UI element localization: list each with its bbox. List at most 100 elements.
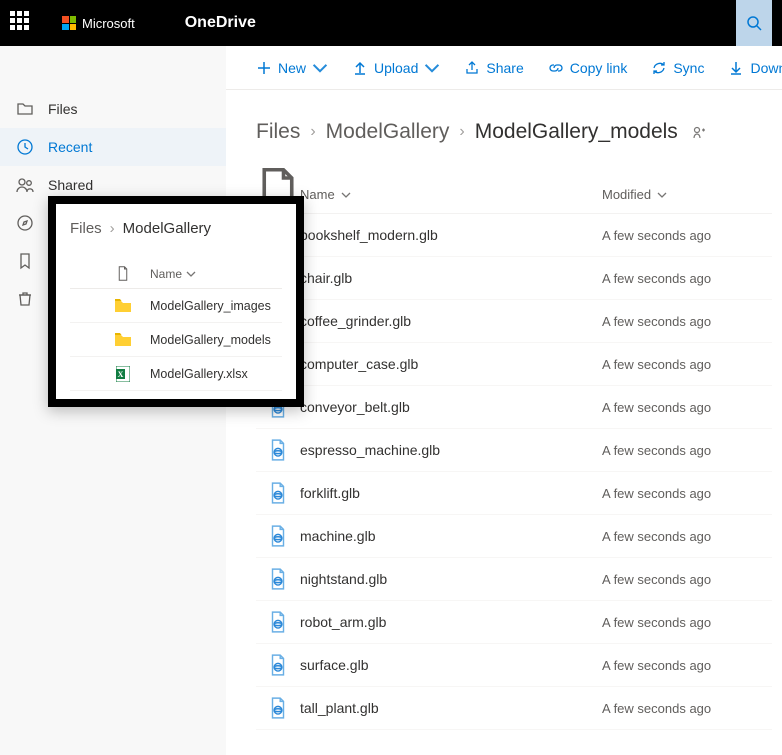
copy-link-button[interactable]: Copy link <box>538 46 638 89</box>
popup-item-name: ModelGallery_models <box>150 333 271 347</box>
file-modified: A few seconds ago <box>602 357 772 372</box>
folder-outline-icon <box>16 100 34 118</box>
upload-label: Upload <box>374 60 418 76</box>
file-modified: A few seconds ago <box>602 228 772 243</box>
popup-row[interactable]: X ModelGallery.xlsx <box>70 357 282 391</box>
new-label: New <box>278 60 306 76</box>
nav-recent[interactable]: Recent <box>0 128 226 166</box>
file-row[interactable]: bookshelf_modern.glbA few seconds ago <box>256 214 772 257</box>
glb-file-icon <box>256 525 300 547</box>
file-name: forklift.glb <box>300 485 602 501</box>
column-headers: Name Modified <box>256 176 772 214</box>
file-row[interactable]: espresso_machine.glbA few seconds ago <box>256 429 772 472</box>
file-row[interactable]: tall_plant.glbA few seconds ago <box>256 687 772 730</box>
file-row[interactable]: machine.glbA few seconds ago <box>256 515 772 558</box>
excel-file-icon: X <box>96 366 150 382</box>
app-title: OneDrive <box>185 14 256 32</box>
file-name: bookshelf_modern.glb <box>300 227 602 243</box>
file-row[interactable]: surface.glbA few seconds ago <box>256 644 772 687</box>
folder-preview-popup: Files › ModelGallery Name ModelGallery_i… <box>48 196 304 407</box>
column-modified-label: Modified <box>602 187 651 202</box>
download-label: Download <box>750 60 782 76</box>
new-button[interactable]: New <box>246 46 338 89</box>
svg-text:X: X <box>118 370 124 379</box>
popup-bc-current: ModelGallery <box>123 220 211 237</box>
microsoft-logo: Microsoft <box>62 16 135 31</box>
popup-item-name: ModelGallery_images <box>150 299 271 313</box>
glb-file-icon <box>256 611 300 633</box>
file-modified: A few seconds ago <box>602 314 772 329</box>
file-modified: A few seconds ago <box>602 615 772 630</box>
file-row[interactable]: computer_case.glbA few seconds ago <box>256 343 772 386</box>
chevron-down-icon <box>657 190 667 200</box>
sync-button[interactable]: Sync <box>641 46 714 89</box>
share-label: Share <box>486 60 523 76</box>
bookmark-icon <box>16 252 34 270</box>
file-row[interactable]: conveyor_belt.glbA few seconds ago <box>256 386 772 429</box>
file-row[interactable]: forklift.glbA few seconds ago <box>256 472 772 515</box>
plus-icon <box>256 60 272 76</box>
glb-file-icon <box>256 439 300 461</box>
file-modified: A few seconds ago <box>602 572 772 587</box>
column-modified[interactable]: Modified <box>602 187 772 202</box>
main-content: Files › ModelGallery › ModelGallery_mode… <box>226 90 782 755</box>
microsoft-label: Microsoft <box>82 16 135 31</box>
breadcrumb: Files › ModelGallery › ModelGallery_mode… <box>256 120 772 144</box>
column-name[interactable]: Name <box>300 187 602 202</box>
file-type-icon <box>117 266 129 281</box>
download-button[interactable]: Download <box>718 46 782 89</box>
share-button[interactable]: Share <box>454 46 533 89</box>
folder-icon <box>96 333 150 346</box>
file-row[interactable]: chair.glbA few seconds ago <box>256 257 772 300</box>
file-modified: A few seconds ago <box>602 486 772 501</box>
file-list: bookshelf_modern.glbA few seconds agocha… <box>256 214 772 730</box>
popup-row[interactable]: ModelGallery_models <box>70 323 282 357</box>
copy-link-label: Copy link <box>570 60 628 76</box>
popup-bc-root[interactable]: Files <box>70 220 102 237</box>
file-modified: A few seconds ago <box>602 271 772 286</box>
popup-row[interactable]: ModelGallery_images <box>70 289 282 323</box>
breadcrumb-current: ModelGallery_models <box>475 120 678 144</box>
popup-list: ModelGallery_images ModelGallery_models X M… <box>70 289 282 391</box>
popup-col-name[interactable]: Name <box>150 267 282 281</box>
file-modified: A few seconds ago <box>602 658 772 673</box>
popup-breadcrumb: Files › ModelGallery <box>70 220 282 237</box>
column-name-label: Name <box>300 187 335 202</box>
microsoft-logo-icon <box>62 16 76 30</box>
permissions-icon[interactable] <box>692 125 706 139</box>
file-row[interactable]: coffee_grinder.glbA few seconds ago <box>256 300 772 343</box>
sync-icon <box>651 60 667 76</box>
file-name: computer_case.glb <box>300 356 602 372</box>
people-icon <box>16 176 34 194</box>
file-modified: A few seconds ago <box>602 443 772 458</box>
chevron-down-icon <box>424 60 440 76</box>
nav-files[interactable]: Files <box>0 90 226 128</box>
search-button[interactable] <box>736 0 772 46</box>
app-launcher-icon[interactable] <box>10 11 34 35</box>
global-header: Microsoft OneDrive <box>0 0 782 46</box>
file-row[interactable]: nightstand.glbA few seconds ago <box>256 558 772 601</box>
nav-shared-label: Shared <box>48 177 93 193</box>
sync-label: Sync <box>673 60 704 76</box>
glb-file-icon <box>256 654 300 676</box>
chevron-down-icon <box>186 269 196 279</box>
upload-button[interactable]: Upload <box>342 46 450 89</box>
file-name: nightstand.glb <box>300 571 602 587</box>
breadcrumb-root[interactable]: Files <box>256 120 300 144</box>
file-name: machine.glb <box>300 528 602 544</box>
breadcrumb-mid[interactable]: ModelGallery <box>326 120 450 144</box>
download-icon <box>728 60 744 76</box>
popup-item-name: ModelGallery.xlsx <box>150 367 248 381</box>
chevron-right-icon: › <box>310 123 315 141</box>
popup-col-type[interactable] <box>96 266 150 281</box>
file-name: surface.glb <box>300 657 602 673</box>
chevron-right-icon: › <box>110 220 115 237</box>
folder-icon <box>96 299 150 312</box>
file-row[interactable]: robot_arm.glbA few seconds ago <box>256 601 772 644</box>
glb-file-icon <box>256 568 300 590</box>
glb-file-icon <box>256 482 300 504</box>
chevron-right-icon: › <box>459 123 464 141</box>
file-modified: A few seconds ago <box>602 400 772 415</box>
file-modified: A few seconds ago <box>602 529 772 544</box>
compass-icon <box>16 214 34 232</box>
